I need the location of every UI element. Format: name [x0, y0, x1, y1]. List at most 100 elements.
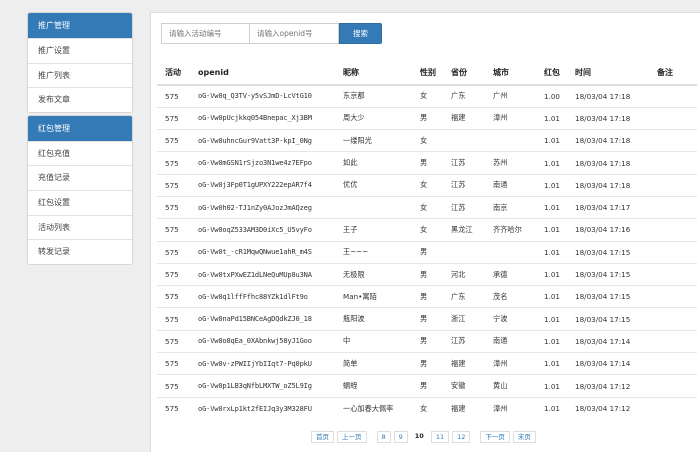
column-header: 省份 [443, 61, 485, 86]
table-cell: 宁波 [485, 307, 536, 331]
table-cell: 575 [157, 285, 190, 308]
table-cell: 男 [412, 352, 443, 375]
table-cell: 女 [412, 396, 443, 420]
openid-input[interactable] [250, 23, 339, 44]
table-cell: 18/03/04 17:14 [567, 329, 649, 353]
table-row: 575 oG-Vw0mGSN1rSjzo3N1we4z7EFpo 如此男江苏 苏州 1.… [157, 151, 697, 175]
table-row: 575 oG-Vw0j3Fp0T1gUPXY222epAR7f4 优优女江苏 南通 1.… [157, 173, 697, 197]
table-cell: oG-Vw0mGSN1rSjzo3N1we4z7EFpo [190, 151, 335, 175]
table-cell: 南京 [485, 195, 536, 219]
table-cell: 1.01 [536, 396, 567, 420]
table-cell: 1.01 [536, 151, 567, 175]
sidebar-item[interactable]: 发布文章 [28, 87, 132, 112]
table-cell: 575 [157, 84, 190, 108]
table-cell: oG-Vw0oqZ533AM3D0iXc5_U5vyFo [190, 218, 335, 242]
table-cell: 1.01 [536, 262, 567, 286]
column-header: 活动 [157, 61, 190, 86]
table-cell: 漳州 [485, 106, 536, 130]
table-cell [485, 240, 536, 264]
table-cell: oG-Vw0p1LB3qNfbLMXTW_oZ5L9Ig [190, 374, 335, 398]
table-row: 575 oG-Vw0pUcjkkq054Bnepac_Xj3BM 周大少男福建 漳州 1… [157, 106, 697, 130]
column-header: 时间 [567, 61, 649, 86]
table-cell: 1.00 [536, 84, 567, 108]
table-cell: 江苏 [443, 173, 485, 197]
table-cell: 广东 [443, 84, 485, 108]
table-cell: 一缕阳光 [335, 129, 412, 152]
table-cell [649, 285, 697, 308]
table-row: 575 oG-Vw0uhncGur9Vatt3P-kpI_0Ng 一缕阳光女 1.01… [157, 129, 697, 152]
table-cell: 18/03/04 17:15 [567, 307, 649, 331]
sidebar-group-header[interactable]: 推广管理 [28, 13, 132, 38]
table-cell: 简单 [335, 352, 412, 375]
table-cell: 福建 [443, 352, 485, 375]
table-cell: 安徽 [443, 374, 485, 398]
prev-page-button[interactable]: 上一页 [337, 431, 367, 443]
table-cell [649, 262, 697, 286]
first-page-button[interactable]: 首页 [311, 431, 334, 443]
table-cell [485, 129, 536, 152]
table-cell: oG-Vw0q_Q3TV-y5vSJmD-LcVtG10 [190, 84, 335, 108]
search-bar: 搜索 [161, 23, 382, 44]
table-cell: 575 [157, 106, 190, 130]
table-row: 575 oG-Vw0rxLp1kt2fEIJq3y3M328FU 一心加春大佩率女福… [157, 396, 697, 420]
page-number-button[interactable]: 8 [376, 431, 391, 443]
pagination: 首页 上一页 8 9 10 11 12 下一页 末页 [311, 431, 539, 443]
table-cell: 1.01 [536, 240, 567, 264]
table-cell: 18/03/04 17:17 [567, 195, 649, 219]
table-cell: 女 [412, 129, 443, 152]
table-cell: 漳州 [485, 396, 536, 420]
table-header-row: 活动 openid 昵称 性别 省份 城市 红包 时间 备注 [157, 61, 697, 86]
table-cell: 王子 [335, 218, 412, 242]
table-row: 575 oG-Vw0oqZ533AM3D0iXc5_U5vyFo 王子女黑龙江 齐齐哈… [157, 218, 697, 242]
table-cell: oG-Vw0naPd15BNCeAgDQdkZJ0_18 [190, 307, 335, 331]
table-cell: oG-Vw0t_-cR1MqwQNwue1ahR_m4S [190, 240, 335, 264]
sidebar-item[interactable]: 充值记录 [28, 165, 132, 190]
table-cell: 江苏 [443, 151, 485, 175]
table-cell: 一心加春大佩率 [335, 396, 412, 420]
table-cell: oG-Vw0j3Fp0T1gUPXY222epAR7f4 [190, 173, 335, 197]
activity-id-input[interactable] [161, 23, 250, 44]
table-cell: 男 [412, 106, 443, 130]
records-table: 活动 openid 昵称 性别 省份 城市 红包 时间 备注 575 oG-Vw0q_Q3TV-y… [157, 61, 697, 420]
table-cell: 1.01 [536, 129, 567, 152]
table-cell: 18/03/04 17:18 [567, 106, 649, 130]
table-cell: 蜗蛭 [335, 374, 412, 398]
table-cell: 575 [157, 173, 190, 197]
last-page-button[interactable]: 末页 [512, 431, 536, 443]
sidebar-item[interactable]: 红包充值 [28, 140, 132, 166]
sidebar-item[interactable]: 转发记录 [28, 239, 132, 264]
table-cell: 瓶阳波 [335, 307, 412, 331]
sidebar-item[interactable]: 推广列表 [28, 62, 132, 88]
table-cell: 1.01 [536, 307, 567, 331]
table-cell: 18/03/04 17:18 [567, 129, 649, 152]
table-row: 575 oG-Vw0v-zPWIIjYbIIqt7-Pq0pkU 简单男福建 漳州 1.… [157, 352, 697, 375]
table-cell: 18/03/04 17:15 [567, 285, 649, 308]
table-cell: 女 [412, 84, 443, 108]
table-cell: 1.01 [536, 173, 567, 197]
table-cell: oG-Vw0q1lffFfhc88YZk1dlFt9o [190, 285, 335, 308]
table-cell: 优优 [335, 173, 412, 197]
table-cell: 江苏 [443, 195, 485, 219]
table-cell: 南通 [485, 173, 536, 197]
table-cell: 南通 [485, 329, 536, 353]
table-cell [335, 195, 412, 219]
next-page-button[interactable]: 下一页 [480, 431, 510, 443]
page-number-button[interactable]: 11 [430, 431, 450, 443]
table-cell: oG-Vw0pUcjkkq054Bnepac_Xj3BM [190, 106, 335, 130]
table-cell: 福建 [443, 396, 485, 420]
table-cell: 18/03/04 17:15 [567, 262, 649, 286]
sidebar-item[interactable]: 活动列表 [28, 214, 132, 240]
sidebar-item[interactable]: 推广设置 [28, 38, 132, 63]
table-cell: 江苏 [443, 329, 485, 353]
sidebar-item[interactable]: 红包设置 [28, 189, 132, 215]
sidebar-group-header[interactable]: 红包管理 [28, 115, 132, 141]
page-number-button[interactable]: 12 [452, 431, 471, 443]
table-cell: 黄山 [485, 374, 536, 398]
table-cell: 575 [157, 129, 190, 152]
table-cell: 周大少 [335, 106, 412, 130]
search-button[interactable]: 搜索 [339, 23, 382, 44]
table-cell: 黑龙江 [443, 218, 485, 242]
table-cell: 广东 [443, 285, 485, 308]
page-number-button[interactable]: 9 [393, 431, 408, 443]
column-header: 城市 [485, 61, 536, 86]
